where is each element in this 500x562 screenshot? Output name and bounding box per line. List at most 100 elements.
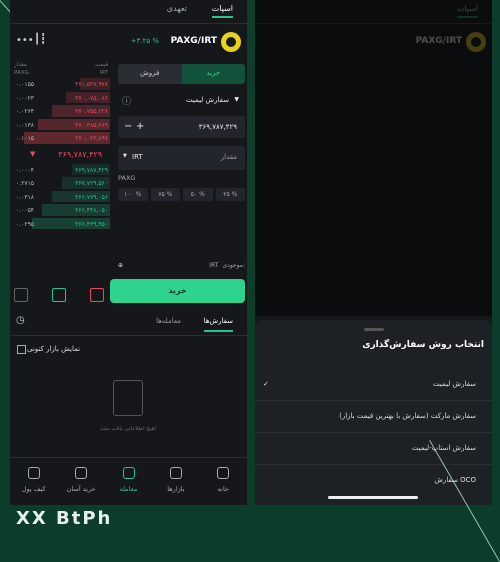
ask-price: ۳۷۱,۵۳۷,۹۷۸ [75,81,108,88]
buy-tab[interactable]: خرید [181,64,245,84]
ask-price: ۳۷۰,۷۵۵,۲۲۸ [75,108,108,115]
checkbox [17,345,26,354]
last-price: ۳۶۹,۷۸۷,۴۲۹ ▼ [30,149,102,159]
bid-qty: ۰.۰۰۵۴ [16,207,35,214]
bid-qty: ۰.۰۰۰۴ [16,166,35,174]
view-bids-icon[interactable] [52,288,66,302]
bid-row[interactable]: ۳۶۹,۷۸۷,۴۲۹ ۰.۰۰۰۴ [10,163,110,178]
ask-price: ۳۷۰,۰۷۵,۰۸۶ [75,94,108,102]
home-icon [217,467,230,479]
sheet-title: انتخاب روش سفارش‌گذاری [362,340,484,350]
chevron-down-icon: ▼ [234,96,239,103]
bid-price: ۳۶۷,۷۲۹,۵۶۰ [75,180,108,187]
show-current-label: نمایش بازار کنونی [27,345,81,353]
info-icon: ⓘ [122,97,132,107]
percent-button[interactable]: ۷۵ % [150,188,180,201]
nav-item[interactable]: کیف پول [10,458,57,505]
percent-button[interactable]: ۱۰۰ % [118,188,148,201]
amount-field[interactable]: مقدار IRT ▼ [118,146,245,170]
nav-item[interactable]: بازارها [152,458,199,505]
nav-label: معامله [119,485,138,493]
order-form: فروش خرید سفارش لیمیت ▼ ⓘ ۳۶۹,۷۸۷,۴۲۹ − … [110,64,247,269]
tab-trades[interactable]: معامله‌ها [156,317,181,325]
balance: موجودی: IRT ⊕ [118,262,245,269]
minus-icon: − [124,121,133,132]
side-selector: فروش خرید [118,64,245,84]
top-tabs: اسپات تعهدی [10,0,247,24]
order-book: قیمت IRT مقدار PAXG ۳۷۱,۵۳۷,۹۷۸ ۰.۰۱۵۵ ۳۷۰… [10,60,110,302]
option-stop-limit[interactable]: سفارش استاپ-لیمیت [412,444,476,452]
bid-price: ۳۶۶,۷۷۹,۰۵۶ [75,193,108,201]
ask-price: ۳۷۰,۳۸۵,۲۸۹ [75,121,108,129]
market-pair[interactable]: PAXG/IRT [171,36,217,46]
ask-row[interactable]: ۳۷۰,۰۷۵,۰۸۶ ۰.۰۰۲۳ [10,91,110,106]
bid-price: ۳۶۶,۴۳۹,۹۵۰ [75,220,108,228]
nav-item[interactable]: خانه [200,458,247,505]
add-balance-icon: ⊕ [118,262,124,269]
ask-qty: ۰.۰۱۵۵ [16,81,35,88]
bid-price: ۳۶۶,۴۴۸,۰۵۰ [75,207,108,214]
check-icon: ✓ [263,380,269,388]
ask-row[interactable]: ۳۷۰,۷۵۵,۲۲۸ ۰.۰۲۶۴ [10,105,110,119]
ask-row[interactable]: ۳۷۱,۵۳۷,۹۷۸ ۰.۰۱۵۵ [10,78,110,92]
view-toggles [14,288,104,302]
market-change: +۳.۲۵ % [130,37,159,45]
ask-row[interactable]: ۳۷۰,۰۳۳,۸۹۷ ۰.۱۰۱۵ [10,132,110,146]
market-header: PAXG/IRT +۳.۲۵ % ••• ┃┇ [10,24,247,60]
trade-icon [122,467,135,479]
show-current-market[interactable] [14,345,26,354]
dim-overlay[interactable] [255,0,492,316]
view-both-icon[interactable] [14,288,28,302]
option-market[interactable]: سفارش مارکت (سفارش با بهترین قیمت بازار) [339,412,476,420]
bid-row[interactable]: ۳۶۶,۴۴۸,۰۵۰ ۰.۰۰۵۴ [10,204,110,218]
bid-qty: ۰.۰۳۱۸ [16,193,35,201]
percent-button[interactable]: ۵۰ % [183,188,213,201]
markets-icon [169,467,182,479]
candle-chart-icon[interactable]: ┃┇ [34,34,46,45]
bid-row[interactable]: ۳۶۷,۷۲۹,۵۶۰ ۰.۲۷۱۵ [10,177,110,191]
bid-price: ۳۶۹,۷۸۷,۴۲۹ [75,166,108,174]
bid-row[interactable]: ۳۶۶,۷۷۹,۰۵۶ ۰.۰۳۱۸ [10,190,110,205]
nav-label: کیف پول [21,485,46,493]
tab-spot[interactable]: اسپات [211,4,233,18]
paxg-logo-icon [221,32,241,52]
trade-screen: اسپات تعهدی PAXG/IRT +۳.۲۵ % ••• ┃┇ قیمت… [10,0,247,505]
divider [255,432,492,433]
plus-icon: + [136,121,145,132]
buy-button[interactable]: خرید [110,279,245,303]
ask-qty: ۰.۰۰۲۳ [16,94,35,102]
sell-tab[interactable]: فروش [118,64,182,84]
divider [255,464,492,465]
nav-item[interactable]: خرید آسان [57,458,104,505]
order-type-sheet: انتخاب روش سفارش‌گذاری سفارش لیمیت ✓ سفا… [255,320,492,505]
divider [255,400,492,401]
ask-qty: ۰.۰۱۳۸ [16,121,35,129]
order-type-screen: اسپات PAXG/IRT انتخاب روش سفارش‌گذاری سف… [255,0,492,505]
price-field[interactable]: ۳۶۹,۷۸۷,۴۲۹ − + [118,116,245,138]
more-icon[interactable]: ••• [16,35,34,46]
orderbook-header: قیمت IRT مقدار PAXG [14,62,108,76]
view-asks-icon[interactable] [90,288,104,302]
bid-qty: ۰.۲۷۱۵ [16,180,35,187]
bid-row[interactable]: ۳۶۶,۴۳۹,۹۵۰ ۰.۰۲۹۵ [10,217,110,232]
home-indicator [328,496,418,499]
empty-document-icon [113,380,143,416]
history-icon[interactable]: ◷ [16,315,25,326]
nav-label: بازارها [167,485,185,493]
sheet-handle[interactable] [363,328,384,331]
nav-item[interactable]: معامله [105,458,152,505]
easy-buy-icon [75,467,88,479]
tab-futures[interactable]: تعهدی [167,4,187,13]
percent-button[interactable]: ۲۵ % [215,188,245,201]
tab-orders[interactable]: سفارش‌ها [203,317,233,332]
bottom-nav: کیف پول خرید آسان معامله بازارها خانه [10,457,247,505]
option-limit[interactable]: سفارش لیمیت [433,380,476,388]
coin-label: PAXG [118,174,136,182]
nav-label: خانه [217,485,229,493]
percent-selector: ۱۰۰ % ۷۵ % ۵۰ % ۲۵ % [118,188,245,201]
order-type-select[interactable]: سفارش لیمیت ▼ ⓘ [118,89,245,111]
bid-qty: ۰.۰۲۹۵ [16,220,35,228]
ask-price: ۳۷۰,۰۳۳,۸۹۷ [75,135,108,142]
ask-row[interactable]: ۳۷۰,۳۸۵,۲۸۹ ۰.۰۱۳۸ [10,118,110,133]
empty-message: هیچ اطلاعاتی یافت نشد! [100,426,157,432]
